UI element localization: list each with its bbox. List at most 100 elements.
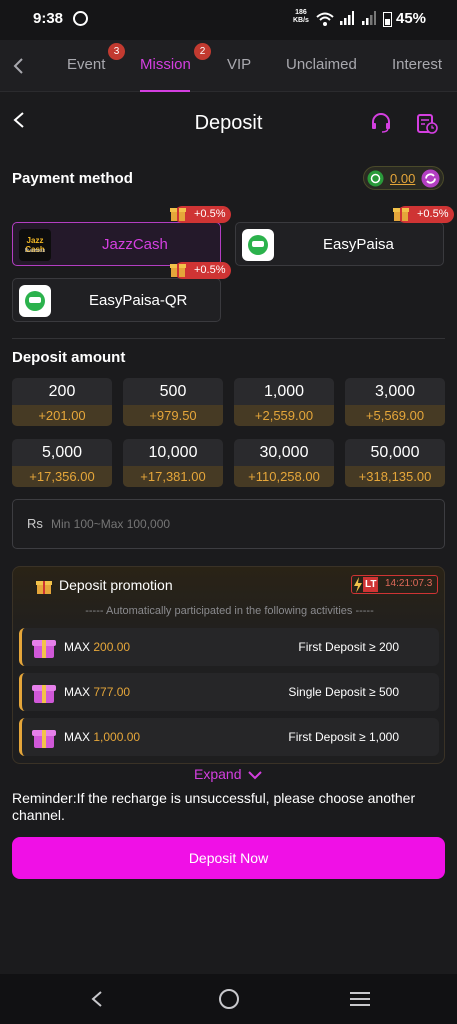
easypaisa-logo — [242, 229, 274, 261]
network-speed: 186 KB/s — [293, 9, 309, 25]
easypaisa-qr-label: EasyPaisa-QR — [89, 292, 188, 309]
lt-label: LT — [363, 577, 379, 592]
promotion-max-value: 200.00 — [93, 640, 131, 654]
deposit-history-icon[interactable] — [416, 112, 438, 134]
amount-value: 1,000 — [263, 383, 305, 400]
promotion-row[interactable]: MAX 777.00 Single Deposit ≥ 500 — [19, 673, 439, 711]
promotion-row[interactable]: MAX 200.00 First Deposit ≥ 200 — [19, 628, 439, 666]
gift-icon — [36, 581, 52, 594]
easypaisa-qr-bonus-text: +0.5% — [194, 264, 226, 276]
amount-value: 30,000 — [259, 444, 309, 461]
promotion-max: MAX 200.00 — [64, 640, 130, 654]
promotion-max-label: MAX — [64, 685, 91, 699]
promotion-title: Deposit promotion — [59, 577, 173, 593]
promotion-condition: First Deposit ≥ 200 — [298, 640, 399, 654]
balance-pill: 0.00 — [363, 166, 444, 190]
expand-label: Expand — [194, 766, 242, 782]
page-header: Deposit — [0, 92, 457, 154]
jazzcash-logo: Jazz Cash Business — [19, 229, 51, 261]
easypaisa-bonus-text: +0.5% — [417, 208, 449, 220]
easypaisa-qr-logo — [19, 285, 51, 317]
amount-input-box: Rs — [12, 499, 445, 549]
nav-back-icon[interactable] — [90, 990, 104, 1008]
status-bar: 9:38 186 KB/s 45% — [0, 0, 457, 40]
jazzcash-bonus-text: +0.5% — [194, 208, 226, 220]
top-tabs: Event 3 Mission 2 VIP Unclaimed Interest — [0, 40, 457, 92]
amount-bonus: +318,135.00 — [345, 466, 445, 487]
payment-method-jazzcash[interactable]: Jazz Cash Business JazzCash — [12, 222, 221, 266]
amount-option-10000[interactable]: 10,000 +17,381.00 — [123, 439, 223, 487]
nav-home-icon[interactable] — [218, 988, 240, 1010]
amount-option-1000[interactable]: 1,000 +2,559.00 — [234, 378, 334, 426]
tab-unclaimed[interactable]: Unclaimed — [286, 56, 357, 73]
battery-icon — [383, 12, 392, 27]
chevron-down-icon — [248, 771, 262, 780]
amount-option-500[interactable]: 500 +979.50 — [123, 378, 223, 426]
wifi-icon — [316, 12, 334, 26]
payment-method-easypaisa[interactable]: EasyPaisa — [235, 222, 444, 266]
payment-method-title: Payment method — [12, 170, 133, 187]
amount-bonus: +979.50 — [123, 405, 223, 426]
back-arrow-icon[interactable] — [12, 57, 26, 75]
amount-bonus: +201.00 — [12, 405, 112, 426]
battery-percent: 45% — [396, 10, 427, 27]
amount-option-5000[interactable]: 5,000 +17,356.00 — [12, 439, 112, 487]
promotion-max: MAX 777.00 — [64, 685, 130, 699]
signal-icon — [340, 11, 354, 25]
refresh-icon[interactable] — [421, 169, 440, 188]
tab-event[interactable]: Event — [67, 56, 105, 73]
network-speed-value: 186 — [295, 9, 307, 16]
amount-bonus: +17,356.00 — [12, 466, 112, 487]
promotion-max: MAX 1,000.00 — [64, 730, 140, 744]
nav-recents-icon[interactable] — [349, 990, 371, 1008]
amount-option-50000[interactable]: 50,000 +318,135.00 — [345, 439, 445, 487]
gift-icon — [32, 640, 56, 658]
amount-value: 500 — [159, 383, 187, 400]
expand-button[interactable]: Expand — [194, 766, 262, 784]
amount-option-30000[interactable]: 30,000 +110,258.00 — [234, 439, 334, 487]
amount-bonus: +5,569.00 — [345, 405, 445, 426]
tab-event-badge: 3 — [108, 43, 125, 60]
promotion-condition: Single Deposit ≥ 500 — [288, 685, 399, 699]
gift-icon — [170, 208, 186, 221]
tab-vip[interactable]: VIP — [227, 56, 251, 73]
amount-bonus: +110,258.00 — [234, 466, 334, 487]
whatsapp-icon — [73, 11, 88, 26]
divider — [12, 338, 445, 339]
promotion-subtitle: ----- Automatically participated in the … — [85, 605, 374, 617]
gift-icon — [32, 730, 56, 748]
network-speed-unit: KB/s — [293, 17, 309, 24]
amount-bonus: +17,381.00 — [123, 466, 223, 487]
deposit-now-button[interactable]: Deposit Now — [12, 837, 445, 879]
jazzcash-label: JazzCash — [102, 236, 168, 253]
amount-value: 5,000 — [41, 444, 83, 461]
amount-value: 50,000 — [370, 444, 420, 461]
deposit-amount-title: Deposit amount — [12, 349, 126, 366]
system-nav-bar — [0, 974, 457, 1024]
amount-value: 3,000 — [374, 383, 416, 400]
gift-icon — [32, 685, 56, 703]
amount-option-3000[interactable]: 3,000 +5,569.00 — [345, 378, 445, 426]
promotion-timer: 14:21:07.3 — [385, 578, 433, 589]
signal-icon-2 — [362, 11, 376, 25]
tab-interest[interactable]: Interest — [392, 56, 442, 73]
payment-method-easypaisa-qr[interactable]: EasyPaisa-QR — [12, 278, 221, 322]
lightning-icon — [354, 577, 362, 593]
promotion-max-value: 777.00 — [93, 685, 131, 699]
amount-bonus: +2,559.00 — [234, 405, 334, 426]
amount-input[interactable] — [51, 510, 431, 538]
gift-icon — [170, 264, 186, 277]
deposit-promotion-panel: Deposit promotion LT 14:21:07.3 ----- Au… — [12, 566, 445, 764]
jazzcash-bonus-badge: +0.5% — [170, 206, 231, 223]
tab-mission-badge: 2 — [194, 43, 211, 60]
promotion-condition: First Deposit ≥ 1,000 — [288, 730, 399, 744]
customer-service-icon[interactable] — [370, 112, 392, 134]
amount-value: 10,000 — [148, 444, 198, 461]
reminder-text: Reminder:If the recharge is unsuccessful… — [12, 790, 416, 823]
promotion-max-value: 1,000.00 — [93, 730, 141, 744]
promotion-row[interactable]: MAX 1,000.00 First Deposit ≥ 1,000 — [19, 718, 439, 756]
tab-mission[interactable]: Mission — [140, 56, 191, 73]
easypaisa-bonus-badge: +0.5% — [393, 206, 454, 223]
wallet-icon — [367, 170, 384, 187]
amount-option-200[interactable]: 200 +201.00 — [12, 378, 112, 426]
